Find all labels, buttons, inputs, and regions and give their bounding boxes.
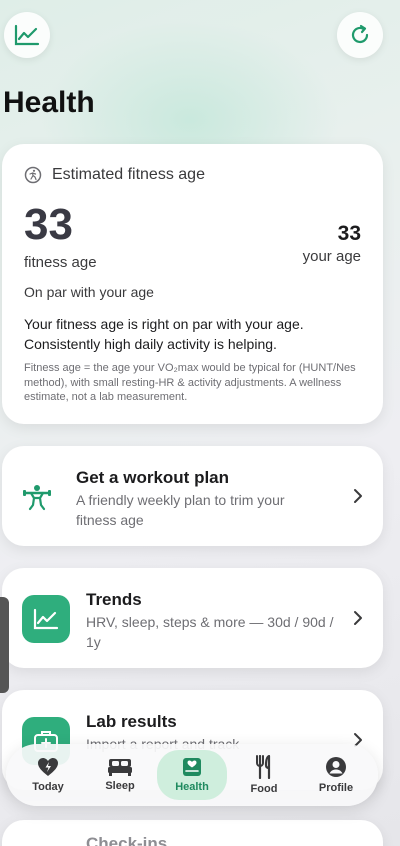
heart-bolt-icon [38, 758, 58, 776]
fitness-card-header: Estimated fitness age [24, 166, 205, 184]
checkins-title: Check-ins [86, 834, 168, 846]
trends-icon-box [22, 595, 70, 643]
tab-label: Profile [318, 782, 354, 794]
fitness-message: Your fitness age is right on par with yo… [24, 316, 304, 352]
refresh-button[interactable] [337, 12, 383, 58]
person-icon [326, 757, 346, 777]
side-drag-handle[interactable] [0, 597, 9, 693]
fitness-footnote: Fitness age = the age your VO₂max would … [24, 362, 356, 403]
tab-label: Health [175, 781, 209, 793]
workout-plan-card[interactable]: Get a workout plan A friendly weekly pla… [2, 446, 383, 546]
workout-plan-title: Get a workout plan [76, 468, 230, 487]
trends-card[interactable]: Trends HRV, sleep, steps & more — 30d / … [2, 568, 383, 668]
health-icon [183, 758, 201, 776]
bed-icon [108, 759, 132, 776]
chevron-right-icon [354, 611, 362, 625]
workout-plan-subtitle: A friendly weekly plan to trim your fitn… [76, 492, 285, 528]
running-icon [24, 166, 42, 184]
tab-bar: Today Sleep Health Food Profile [6, 744, 378, 806]
fitness-age-card[interactable]: Estimated fitness age 33 fitness age 33 … [2, 144, 383, 424]
lab-results-title: Lab results [86, 712, 177, 731]
refresh-icon [351, 24, 369, 44]
your-age-value: 33 [337, 222, 361, 245]
chart-line-icon [33, 608, 59, 630]
checkins-card[interactable]: Check-ins [2, 820, 383, 846]
tab-label: Food [250, 783, 278, 795]
trends-shortcut-button[interactable] [4, 12, 50, 58]
fitness-card-title: Estimated fitness age [52, 166, 205, 183]
fitness-age-label: fitness age [24, 254, 97, 271]
page-title: Health [3, 86, 95, 119]
your-age-label: your age [302, 248, 361, 265]
chevron-right-icon [354, 489, 362, 503]
fitness-age-value: 33 [24, 200, 73, 249]
fitness-status: On par with your age [24, 284, 154, 300]
trends-subtitle: HRV, sleep, steps & more — 30d / 90d / 1… [86, 614, 334, 650]
tab-health[interactable]: Health [157, 750, 227, 800]
tab-label: Sleep [105, 780, 135, 792]
tab-food[interactable]: Food [229, 750, 299, 800]
tab-label: Today [32, 781, 64, 793]
tab-sleep[interactable]: Sleep [85, 750, 155, 800]
tab-profile[interactable]: Profile [301, 750, 371, 800]
weightlifting-icon [22, 482, 52, 517]
fork-knife-icon [256, 755, 271, 779]
tab-today[interactable]: Today [13, 750, 83, 800]
chart-line-icon [14, 24, 40, 46]
trends-title: Trends [86, 590, 142, 609]
